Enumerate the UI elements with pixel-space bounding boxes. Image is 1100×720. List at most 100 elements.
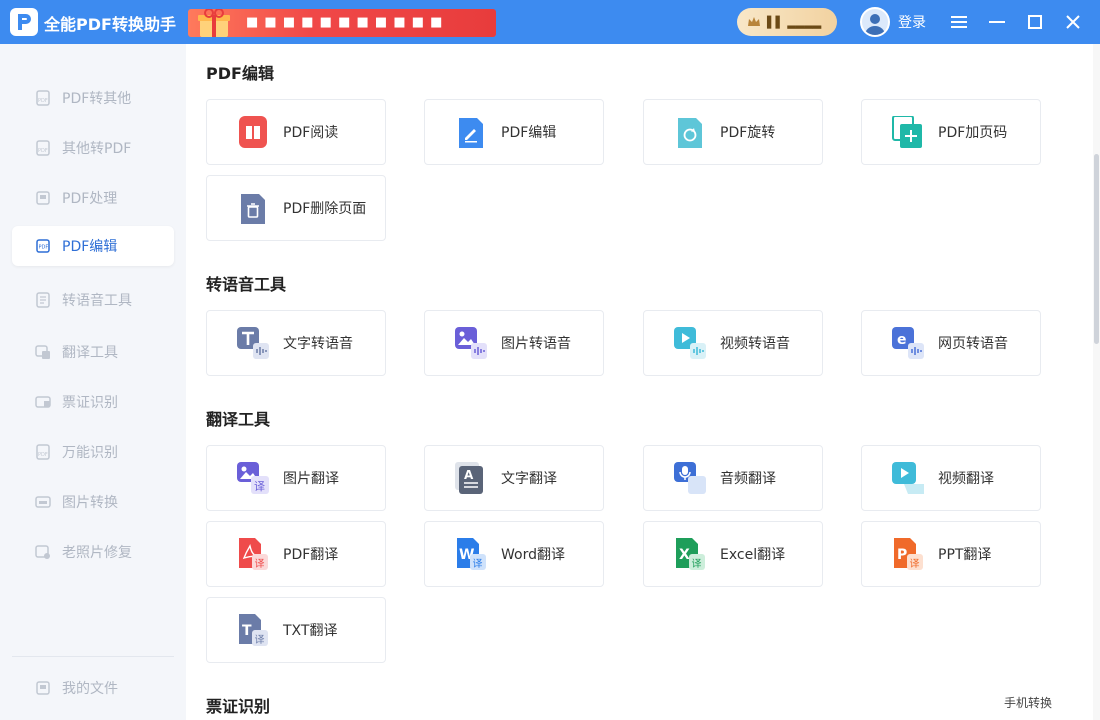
card-label: PDF旋转 [720, 125, 776, 141]
section-title-speech: 转语音工具 [206, 275, 287, 294]
word-translate-icon: W译 [455, 538, 487, 570]
sidebar-item-pdf-process[interactable]: PDF处理 [12, 178, 174, 218]
sidebar-item-other-to-pdf[interactable]: PDF 其他转PDF [12, 128, 174, 168]
card-video-translate[interactable]: 视频翻译 [861, 445, 1041, 511]
sidebar-item-label: 其他转PDF [62, 141, 132, 157]
gift-icon [198, 9, 230, 37]
scrollbar[interactable] [1093, 44, 1100, 720]
sidebar-item-ticket[interactable]: 票证识别 [12, 382, 174, 422]
svg-text:PDF: PDF [39, 245, 49, 251]
pdf-edit-icon: PDF [34, 237, 52, 255]
pdf-page-number-icon [892, 115, 924, 148]
card-pdf-rotate[interactable]: PDF旋转 [643, 99, 823, 165]
text-translate-icon: A [455, 462, 487, 494]
title-bar: 全能PDF转换助手 ■ ■ ■ ■ ■ ■ ■ ■ ■ ■ ■ ▌▌ ▂▂▂▂ … [0, 0, 1100, 44]
sidebar-item-speech[interactable]: 转语音工具 [12, 280, 174, 320]
card-label: PDF删除页面 [283, 201, 367, 217]
vip-label: ▌▌ ▂▂▂▂ [767, 15, 822, 29]
card-text-to-speech[interactable]: 文字转语音 [206, 310, 386, 376]
svg-text:译: 译 [254, 480, 265, 493]
menu-icon[interactable] [945, 8, 973, 36]
sidebar-item-ocr[interactable]: PDF 万能识别 [12, 432, 174, 472]
pdf-rotate-icon [674, 116, 706, 148]
svg-text:译: 译 [255, 634, 265, 646]
video-to-speech-icon [674, 327, 706, 359]
ticket-icon [34, 393, 52, 411]
card-video-to-speech[interactable]: 视频转语音 [643, 310, 823, 376]
pdf-translate-icon: 译 [237, 538, 269, 570]
card-ppt-translate[interactable]: P译 PPT翻译 [861, 521, 1041, 587]
svg-text:译: 译 [910, 558, 920, 570]
sidebar-item-translate[interactable]: 翻译工具 [12, 332, 174, 372]
promo-banner[interactable]: ■ ■ ■ ■ ■ ■ ■ ■ ■ ■ ■ [188, 9, 496, 37]
sidebar-item-label: 老照片修复 [62, 545, 132, 561]
card-text-translate[interactable]: A 文字翻译 [424, 445, 604, 511]
video-translate-icon [892, 462, 924, 494]
section-title-ticket: 票证识别 [206, 697, 271, 716]
user-avatar[interactable] [860, 7, 890, 37]
card-label: 音频翻译 [720, 471, 776, 487]
card-label: PDF翻译 [283, 547, 339, 563]
svg-text:译: 译 [692, 558, 702, 570]
audio-translate-icon [674, 462, 706, 494]
vip-button[interactable]: ▌▌ ▂▂▂▂ [737, 8, 837, 36]
card-image-to-speech[interactable]: 图片转语音 [424, 310, 604, 376]
card-web-to-speech[interactable]: e 网页转语音 [861, 310, 1041, 376]
promo-text: ■ ■ ■ ■ ■ ■ ■ ■ ■ ■ ■ [246, 15, 444, 30]
sidebar: PDF PDF转其他 PDF 其他转PDF PDF处理 PDF PDF编辑 转语… [0, 44, 186, 720]
svg-text:e: e [897, 332, 907, 348]
pdf-read-icon [237, 116, 269, 148]
scroll-thumb[interactable] [1094, 154, 1099, 344]
svg-text:P: P [897, 547, 907, 563]
sidebar-item-my-files[interactable]: 我的文件 [12, 668, 174, 708]
sidebar-item-label: 翻译工具 [62, 345, 118, 361]
card-label: Excel翻译 [720, 547, 786, 563]
translate-icon [34, 343, 52, 361]
card-pdf-translate[interactable]: 译 PDF翻译 [206, 521, 386, 587]
card-label: Word翻译 [501, 547, 565, 563]
card-pdf-edit[interactable]: PDF编辑 [424, 99, 604, 165]
mobile-convert-link[interactable]: 手机转换 [1004, 694, 1052, 711]
maximize-icon[interactable] [1021, 8, 1049, 36]
card-label: 文字翻译 [501, 471, 557, 487]
app-logo-icon [10, 8, 38, 36]
app-title: 全能PDF转换助手 [44, 15, 176, 34]
sidebar-item-pdf-edit[interactable]: PDF PDF编辑 [12, 226, 174, 266]
card-label: 网页转语音 [938, 336, 1008, 352]
card-label: 文字转语音 [283, 336, 353, 352]
crown-icon [748, 17, 760, 26]
image-convert-icon [34, 493, 52, 511]
minimize-icon[interactable] [983, 8, 1011, 36]
section-title-pdf-edit: PDF编辑 [206, 64, 274, 83]
svg-text:A: A [464, 468, 474, 482]
card-pdf-delete-page[interactable]: PDF删除页面 [206, 175, 386, 241]
card-image-translate[interactable]: 译 图片翻译 [206, 445, 386, 511]
sidebar-item-label: 转语音工具 [62, 293, 132, 309]
svg-text:译: 译 [255, 558, 265, 570]
sidebar-item-label: PDF转其他 [62, 91, 132, 107]
login-link[interactable]: 登录 [898, 12, 926, 32]
card-pdf-page-number[interactable]: PDF加页码 [861, 99, 1041, 165]
web-to-speech-icon: e [892, 327, 924, 359]
sidebar-item-photo-repair[interactable]: 老照片修复 [12, 532, 174, 572]
card-word-translate[interactable]: W译 Word翻译 [424, 521, 604, 587]
close-icon[interactable] [1059, 8, 1087, 36]
card-excel-translate[interactable]: X译 Excel翻译 [643, 521, 823, 587]
sidebar-item-pdf-to-other[interactable]: PDF PDF转其他 [12, 78, 174, 118]
pdf-process-icon [34, 189, 52, 207]
svg-text:译: 译 [473, 558, 483, 570]
card-txt-translate[interactable]: T译 TXT翻译 [206, 597, 386, 663]
card-label: TXT翻译 [283, 623, 338, 639]
card-audio-translate[interactable]: 音频翻译 [643, 445, 823, 511]
image-translate-icon: 译 [237, 462, 269, 494]
svg-text:PDF: PDF [38, 98, 48, 104]
card-label: PDF编辑 [501, 125, 557, 141]
pdf-convert-icon: PDF [34, 89, 52, 107]
svg-text:X: X [679, 547, 690, 563]
sidebar-item-image-convert[interactable]: 图片转换 [12, 482, 174, 522]
sidebar-divider [12, 656, 174, 657]
sidebar-item-label: PDF编辑 [62, 239, 118, 255]
card-pdf-read[interactable]: PDF阅读 [206, 99, 386, 165]
excel-translate-icon: X译 [674, 538, 706, 570]
photo-repair-icon [34, 543, 52, 561]
